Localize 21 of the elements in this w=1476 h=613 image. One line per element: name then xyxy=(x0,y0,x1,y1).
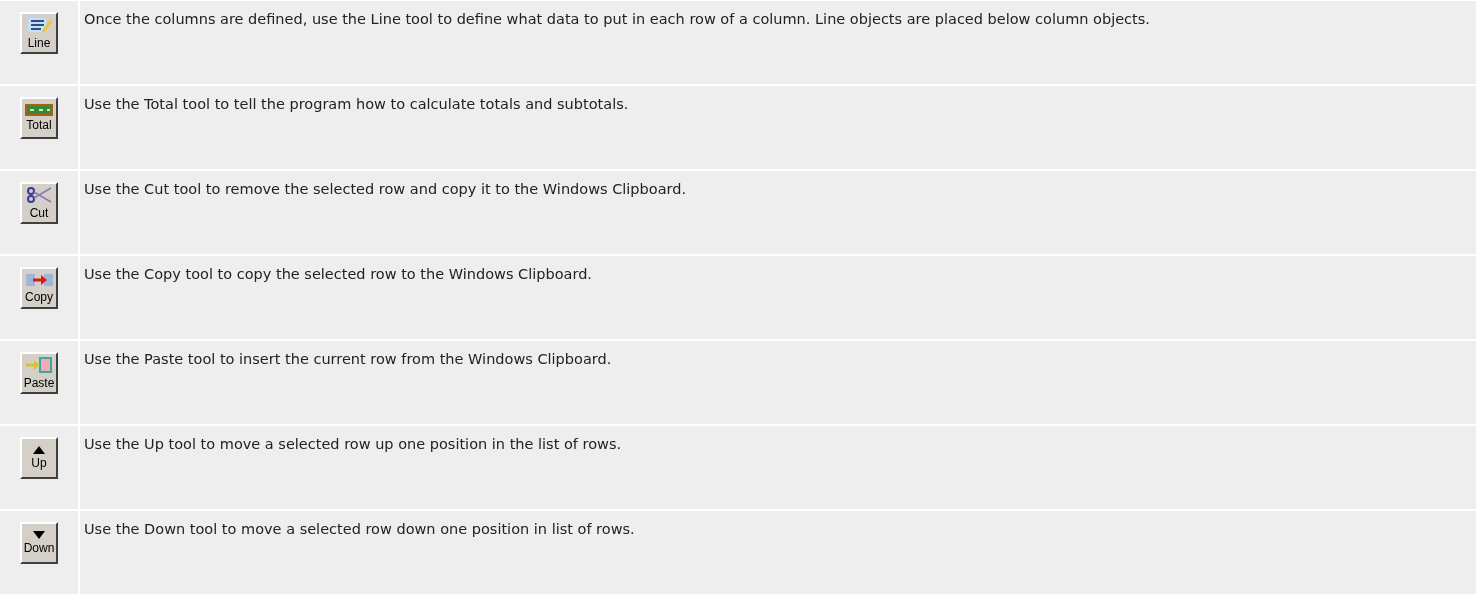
toolbar-button[interactable]: Cut xyxy=(20,182,58,224)
description-text: Use the Cut tool to remove the selected row and copy it to the Windows Clipboard. xyxy=(80,171,1476,254)
copy-arrow-icon xyxy=(25,272,53,288)
description-text: Once the columns are defined, use the Line tool to define what data to put in each row of a column. Line objects are placed below column objects. xyxy=(80,1,1476,84)
description-text: Use the Paste tool to insert the current row from the Windows Clipboard. xyxy=(80,341,1476,424)
toolbar-button[interactable]: Down xyxy=(20,522,58,564)
description-text: Use the Up tool to move a selected row up one position in the list of rows. xyxy=(80,426,1476,509)
toolbar-button[interactable]: Total xyxy=(20,97,58,139)
description-text: Use the Down tool to move a selected row down one position in list of rows. xyxy=(80,511,1476,594)
down-triangle-icon xyxy=(33,531,45,539)
toolbar-button[interactable]: Paste xyxy=(20,352,58,394)
scissors-icon xyxy=(26,186,52,204)
notepad-pencil-icon xyxy=(26,16,52,34)
toolbar-button[interactable]: Copy xyxy=(20,267,58,309)
description-text: Use the Copy tool to copy the selected row to the Windows Clipboard. xyxy=(80,256,1476,339)
paste-arrow-icon xyxy=(25,356,53,374)
toolbar-button[interactable]: Up xyxy=(20,437,58,479)
description-text: Use the Total tool to tell the program how to calculate totals and subtotals. xyxy=(80,86,1476,169)
toolbar-button[interactable]: Line xyxy=(20,12,58,54)
money-sum-icon xyxy=(25,104,53,116)
up-triangle-icon xyxy=(33,446,45,454)
